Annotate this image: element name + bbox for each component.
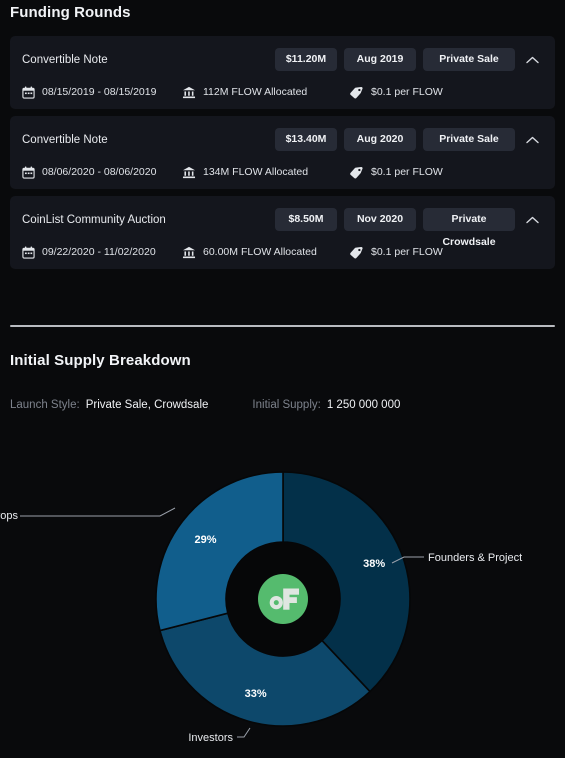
chevron-up-icon[interactable] bbox=[521, 128, 543, 151]
round-allocation: 60.00M FLOW Allocated bbox=[182, 246, 349, 259]
chevron-up-icon[interactable] bbox=[521, 48, 543, 71]
funding-rounds-title: Funding Rounds bbox=[10, 4, 131, 21]
calendar-icon bbox=[22, 246, 35, 259]
round-price-text: $0.1 per FLOW bbox=[371, 166, 443, 178]
round-allocation-text: 60.00M FLOW Allocated bbox=[203, 246, 317, 258]
round-amount-pill[interactable]: $11.20M bbox=[275, 48, 337, 71]
calendar-icon bbox=[22, 166, 35, 179]
calendar-icon bbox=[22, 86, 35, 99]
donut-slice-percent: 38% bbox=[363, 558, 385, 570]
round-type-pill[interactable]: Private Sale bbox=[423, 48, 515, 71]
round-date-pill[interactable]: Nov 2020 bbox=[344, 208, 416, 231]
round-name: Convertible Note bbox=[22, 133, 108, 146]
leader-line-investors bbox=[237, 727, 251, 738]
round-amount-pill[interactable]: $8.50M bbox=[275, 208, 337, 231]
supply-donut-chart: 38% 33% 29% Premined Rewards & Airdrops Fo… bbox=[0, 440, 565, 758]
round-amount-pill[interactable]: $13.40M bbox=[275, 128, 337, 151]
launch-style-label: Launch Style: bbox=[10, 399, 80, 411]
initial-supply-title: Initial Supply Breakdown bbox=[10, 352, 191, 369]
section-divider bbox=[10, 325, 555, 327]
funding-round-card[interactable]: CoinList Community Auction $8.50M Nov 20… bbox=[10, 196, 555, 269]
bank-icon bbox=[182, 246, 196, 259]
tag-icon bbox=[349, 86, 364, 99]
round-details: 08/15/2019 - 08/15/2019 112M FLOW Alloca… bbox=[22, 84, 543, 100]
round-date-range: 09/22/2020 - 11/02/2020 bbox=[22, 246, 182, 259]
round-type-pill[interactable]: Private Crowdsale bbox=[423, 208, 515, 248]
round-date-range-text: 09/22/2020 - 11/02/2020 bbox=[42, 246, 156, 258]
flow-logo-icon bbox=[258, 574, 308, 624]
supply-meta-row: Launch Style: Private Sale, Crowdsale In… bbox=[10, 399, 400, 411]
round-price-text: $0.1 per FLOW bbox=[371, 246, 443, 258]
round-allocation-text: 134M FLOW Allocated bbox=[203, 166, 309, 178]
callout-label-founders: Founders & Project bbox=[428, 552, 522, 564]
round-details: 08/06/2020 - 08/06/2020 134M FLOW Alloca… bbox=[22, 164, 543, 180]
funding-rounds-list: Convertible Note $11.20M Aug 2019 Privat… bbox=[10, 36, 555, 276]
round-date-range: 08/06/2020 - 08/06/2020 bbox=[22, 166, 182, 179]
round-date-range-text: 08/15/2019 - 08/15/2019 bbox=[42, 86, 157, 98]
round-name: Convertible Note bbox=[22, 53, 108, 66]
bank-icon bbox=[182, 86, 196, 99]
tag-icon bbox=[349, 166, 364, 179]
donut-slice-percent: 29% bbox=[195, 534, 217, 546]
round-allocation: 134M FLOW Allocated bbox=[182, 166, 349, 179]
round-date-pill[interactable]: Aug 2020 bbox=[344, 128, 416, 151]
round-allocation: 112M FLOW Allocated bbox=[182, 86, 349, 99]
round-price-text: $0.1 per FLOW bbox=[371, 86, 443, 98]
round-date-range-text: 08/06/2020 - 08/06/2020 bbox=[42, 166, 157, 178]
round-header: Convertible Note $13.40M Aug 2020 Privat… bbox=[22, 126, 543, 153]
tag-icon bbox=[349, 246, 364, 259]
callout-label-premined: Premined Rewards & Airdrops bbox=[0, 510, 18, 522]
round-allocation-text: 112M FLOW Allocated bbox=[203, 86, 308, 98]
donut-slice-percent: 33% bbox=[245, 688, 267, 700]
round-header: Convertible Note $11.20M Aug 2019 Privat… bbox=[22, 46, 543, 73]
callout-label-investors: Investors bbox=[188, 732, 233, 744]
round-date-range: 08/15/2019 - 08/15/2019 bbox=[22, 86, 182, 99]
funding-round-card[interactable]: Convertible Note $13.40M Aug 2020 Privat… bbox=[10, 116, 555, 189]
round-name: CoinList Community Auction bbox=[22, 213, 166, 226]
leader-line-premined bbox=[20, 507, 176, 517]
round-price: $0.1 per FLOW bbox=[349, 246, 443, 259]
funding-rounds-page: Funding Rounds Convertible Note $11.20M … bbox=[0, 0, 565, 758]
funding-round-card[interactable]: Convertible Note $11.20M Aug 2019 Privat… bbox=[10, 36, 555, 109]
initial-supply-value: 1 250 000 000 bbox=[326, 399, 401, 411]
round-price: $0.1 per FLOW bbox=[349, 86, 443, 99]
launch-style-value: Private Sale, Crowdsale bbox=[85, 399, 209, 411]
round-date-pill[interactable]: Aug 2019 bbox=[344, 48, 416, 71]
round-header: CoinList Community Auction $8.50M Nov 20… bbox=[22, 206, 543, 248]
round-price: $0.1 per FLOW bbox=[349, 166, 443, 179]
initial-supply-label: Initial Supply: bbox=[252, 399, 321, 411]
chevron-up-icon[interactable] bbox=[521, 208, 543, 231]
round-type-pill[interactable]: Private Sale bbox=[423, 128, 515, 151]
bank-icon bbox=[182, 166, 196, 179]
